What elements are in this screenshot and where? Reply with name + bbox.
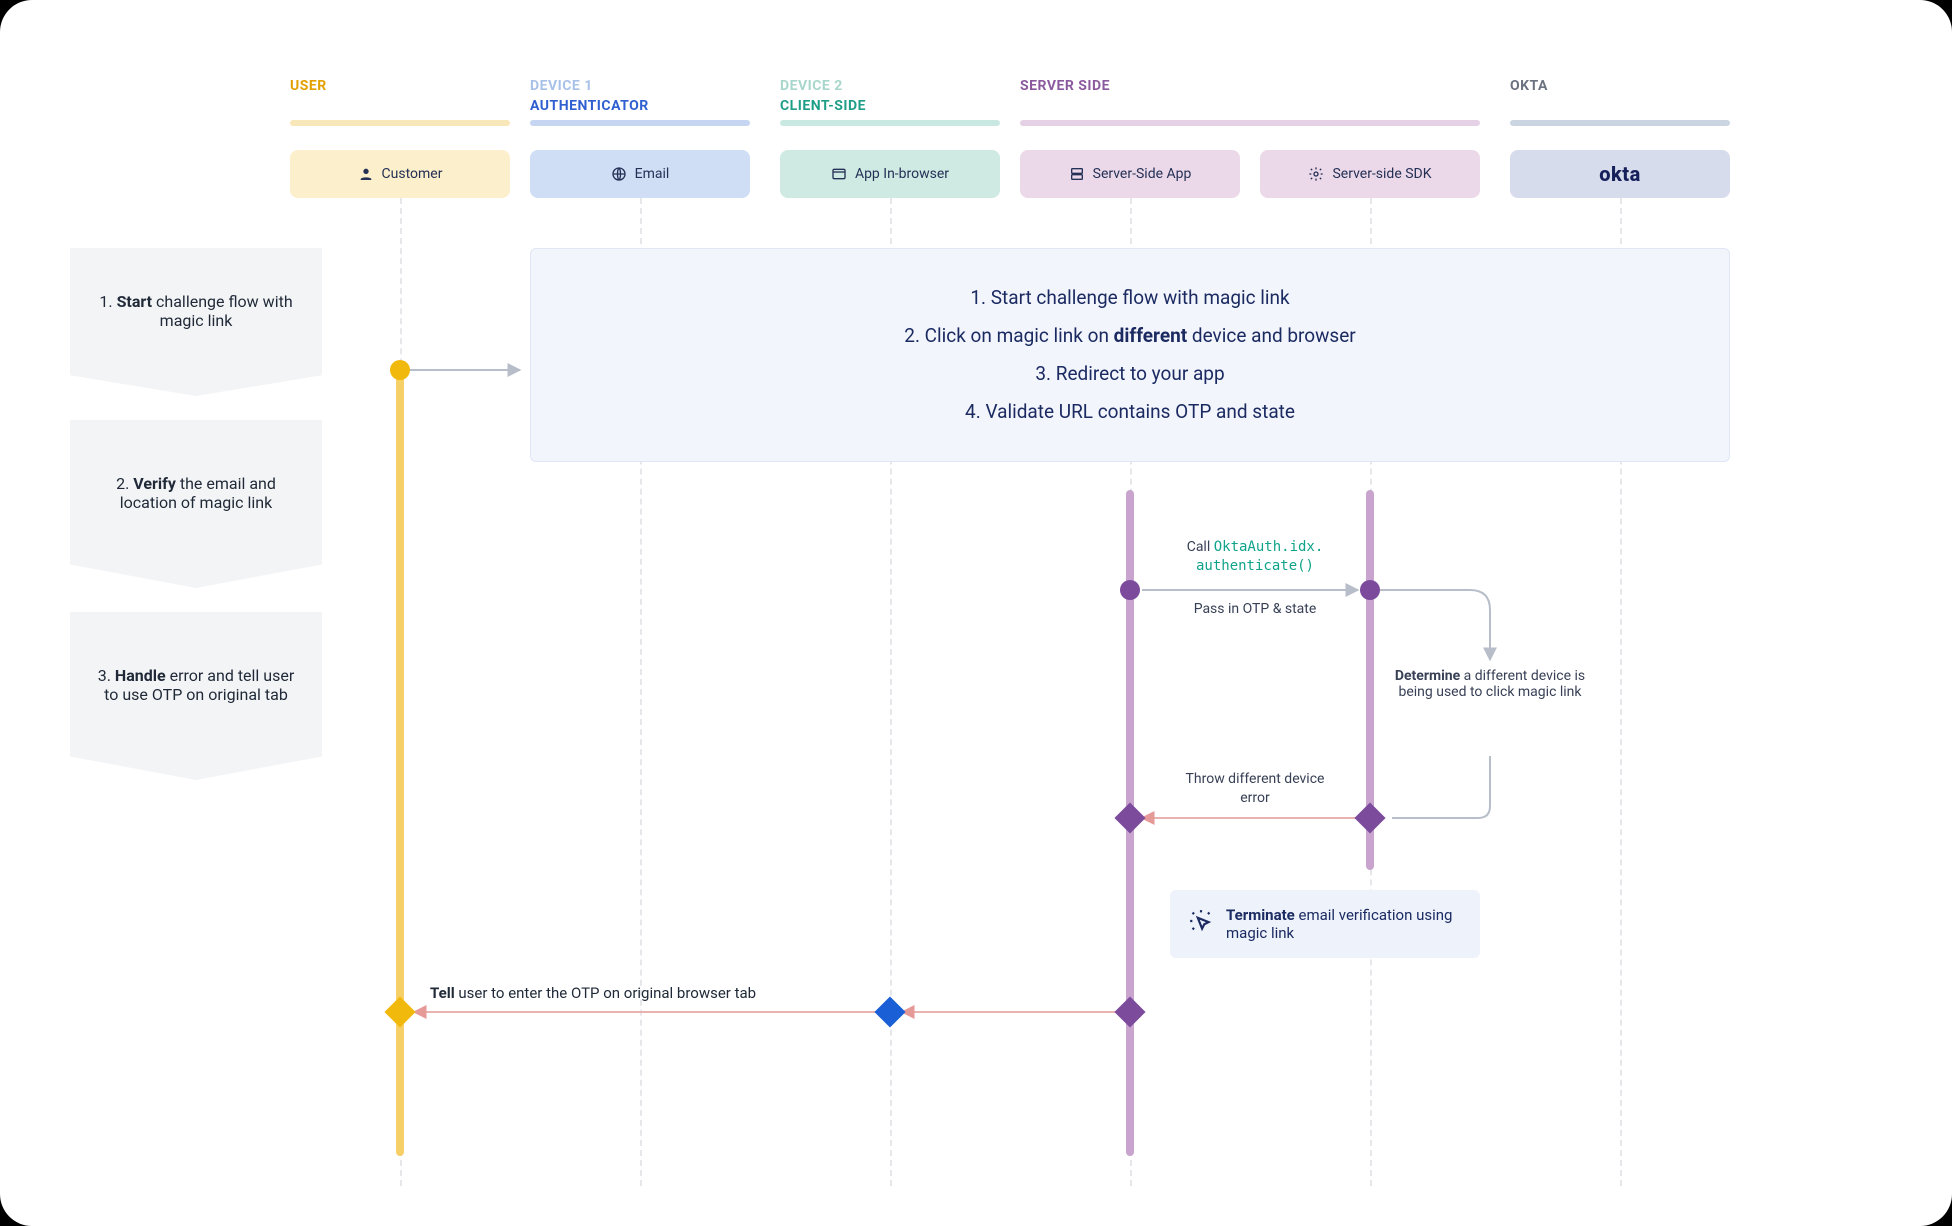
participant-server-sdk: Server-side SDK [1260, 150, 1480, 198]
summary-line-3: 3. Redirect to your app [551, 355, 1709, 393]
lane-auth-bar [530, 120, 750, 126]
server-icon [1069, 166, 1085, 182]
participant-customer: Customer [290, 150, 510, 198]
participant-server-app-label: Server-Side App [1093, 166, 1192, 182]
summary-box: 1. Start challenge flow with magic link … [530, 248, 1730, 462]
node-app-tell [1114, 996, 1145, 1027]
participant-app-in-browser: App In-browser [780, 150, 1000, 198]
node-app-error [1114, 802, 1145, 833]
diagram-canvas: USER DEVICE 1 AUTHENTICATOR DEVICE 2 CLI… [0, 0, 1952, 1226]
msg-tell-user: Tell user to enter the OTP on original b… [430, 984, 756, 1002]
node-user-start [390, 360, 410, 380]
cursor-click-icon [1188, 908, 1214, 934]
person-icon [358, 166, 374, 182]
lane-client-top: DEVICE 2 [780, 78, 843, 94]
lane-client-bar [780, 120, 1000, 126]
steps-column: 1. Start challenge flow with magic link … [70, 248, 322, 804]
node-client-tell [874, 996, 905, 1027]
participant-server-app: Server-Side App [1020, 150, 1240, 198]
lane-user-bar [290, 120, 510, 126]
gear-icon [1308, 166, 1324, 182]
lane-auth-label: AUTHENTICATOR [530, 98, 649, 114]
node-sdk-error [1354, 802, 1385, 833]
participant-email: Email [530, 150, 750, 198]
step-1: 1. Start challenge flow with magic link [70, 248, 322, 396]
lane-client-label: CLIENT-SIDE [780, 98, 866, 114]
activation-user [396, 370, 404, 1156]
participant-server-sdk-label: Server-side SDK [1332, 166, 1431, 182]
participant-app-label: App In-browser [855, 166, 949, 182]
lane-okta-bar [1510, 120, 1730, 126]
callout-terminate: Terminate email verification using magic… [1170, 890, 1480, 958]
okta-logo: okta [1599, 162, 1641, 186]
summary-line-1: 1. Start challenge flow with magic link [551, 279, 1709, 317]
summary-line-4: 4. Validate URL contains OTP and state [551, 393, 1709, 431]
lane-okta-label: OKTA [1510, 78, 1548, 94]
lane-server-label: SERVER SIDE [1020, 78, 1110, 94]
participant-email-label: Email [635, 166, 670, 182]
participant-customer-label: Customer [382, 166, 443, 182]
lane-user-label: USER [290, 78, 327, 94]
node-sdk-call [1360, 580, 1380, 600]
msg-call-authenticate: Call OktaAuth.idx. authenticate() [1170, 538, 1340, 576]
msg-pass-otp: Pass in OTP & state [1170, 600, 1340, 619]
lane-server-bar [1020, 120, 1480, 126]
step-2: 2. Verify the email and location of magi… [70, 420, 322, 588]
step-3: 3. Handle error and tell user to use OTP… [70, 612, 322, 780]
participant-okta: okta [1510, 150, 1730, 198]
note-determine: Determine a different device is being us… [1390, 668, 1590, 700]
globe-icon [611, 166, 627, 182]
browser-icon [831, 166, 847, 182]
node-user-tell [384, 996, 415, 1027]
lane-auth-top: DEVICE 1 [530, 78, 593, 94]
msg-throw-error: Throw different device error [1170, 770, 1340, 808]
summary-line-2: 2. Click on magic link on different devi… [551, 317, 1709, 355]
node-app-call [1120, 580, 1140, 600]
